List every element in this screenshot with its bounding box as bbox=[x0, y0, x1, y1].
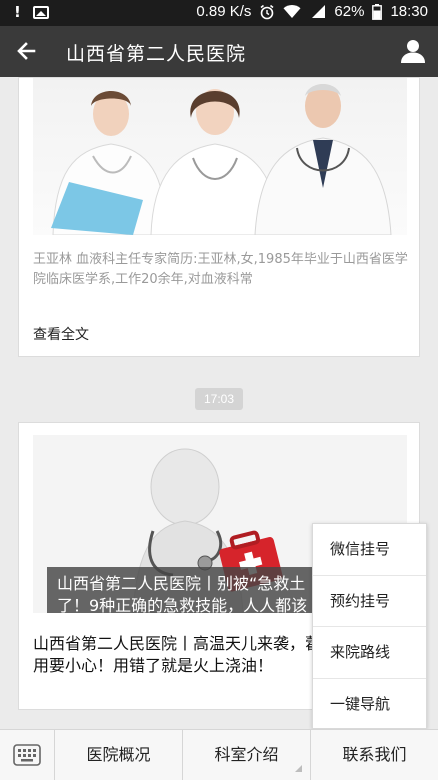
back-arrow-icon[interactable] bbox=[12, 36, 42, 66]
cellular-signal-icon bbox=[312, 5, 326, 18]
menu-item-appointment-registration[interactable]: 预约挂号 bbox=[313, 576, 426, 627]
tab-label: 医院概况 bbox=[86, 745, 151, 764]
network-speed: 0.89 K/s bbox=[196, 3, 252, 20]
tab-contact-us[interactable]: 联系我们 bbox=[311, 730, 438, 780]
notification-alert-icon: ! bbox=[14, 3, 21, 21]
menu-item-directions[interactable]: 来院路线 bbox=[313, 627, 426, 679]
article-excerpt: 王亚林 血液科主任专家简历:王亚林,女,1985年毕业于山西省医学院临床医学系,… bbox=[33, 252, 408, 287]
status-bar: ! 0.89 K/s 62% 18:30 bbox=[0, 0, 438, 26]
tab-department-introduction[interactable]: 科室介绍 bbox=[183, 730, 311, 780]
read-full-text-link[interactable]: 查看全文 bbox=[33, 324, 89, 344]
doctors-photo bbox=[33, 78, 407, 235]
article-card[interactable]: 王亚林 血液科主任专家简历:王亚林,女,1985年毕业于山西省医学院临床医学系,… bbox=[18, 77, 420, 357]
wifi-icon bbox=[283, 5, 301, 18]
menu-item-wechat-registration[interactable]: 微信挂号 bbox=[313, 524, 426, 576]
tab-label: 联系我们 bbox=[342, 745, 407, 764]
tab-label: 科室介绍 bbox=[214, 745, 279, 764]
battery-percent: 62% bbox=[334, 3, 365, 20]
alarm-icon bbox=[260, 4, 274, 19]
user-profile-icon[interactable] bbox=[400, 38, 426, 64]
keyboard-toggle-button[interactable] bbox=[0, 730, 55, 780]
menu-item-one-click-navigation[interactable]: 一键导航 bbox=[313, 679, 426, 731]
submenu-indicator-icon bbox=[295, 765, 302, 772]
clock: 18:30 bbox=[390, 3, 428, 20]
status-bar-right: 0.89 K/s 62% 18:30 bbox=[196, 3, 428, 20]
contact-submenu: 微信挂号 预约挂号 来院路线 一键导航 bbox=[312, 523, 427, 729]
keyboard-icon bbox=[13, 744, 41, 766]
battery-icon bbox=[372, 3, 383, 20]
bottom-menu-bar: 医院概况 科室介绍 联系我们 bbox=[0, 729, 438, 780]
image-notification-icon bbox=[32, 5, 49, 19]
title-bar: 山西省第二人民医院 bbox=[0, 26, 438, 77]
page-title: 山西省第二人民医院 bbox=[66, 43, 247, 65]
tab-hospital-overview[interactable]: 医院概况 bbox=[55, 730, 183, 780]
status-bar-left: ! bbox=[14, 3, 49, 21]
message-timestamp: 17:03 bbox=[195, 388, 243, 410]
